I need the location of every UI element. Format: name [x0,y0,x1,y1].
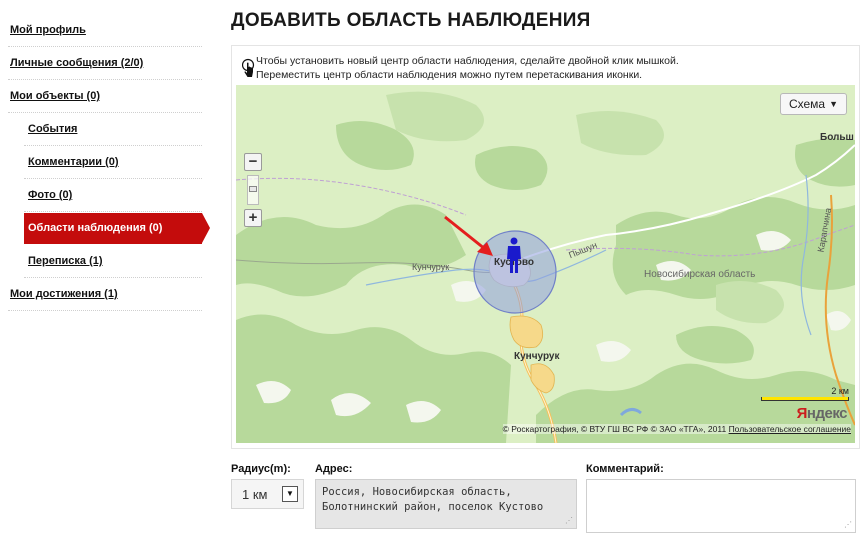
sidebar-item-comments[interactable]: Комментарии (0) [24,146,202,179]
sidebar-item-events[interactable]: События [24,113,202,146]
place-label-kunchuruk: Кунчурук [514,351,560,362]
sidebar-item-observation-areas[interactable]: Области наблюдения (0) [24,213,210,244]
radius-label: Радиус(m): [231,463,291,475]
place-label-kunchuruk-river: Кунчурук [412,262,450,272]
comment-field[interactable]: ⋰ [586,479,856,533]
hand-pointer-icon [242,58,255,77]
zoom-slider[interactable] [247,175,259,205]
sidebar-item-correspondence[interactable]: Переписка (1) [24,245,202,278]
map-panel: Чтобы установить новый центр области наб… [231,45,860,449]
map-type-label: Схема [788,97,826,111]
hint-line-1: Чтобы установить новый центр области наб… [256,55,679,67]
map-hint: Чтобы установить новый центр области наб… [242,54,679,82]
radius-select[interactable]: 1 км ▼ [231,479,304,509]
map-scale-label: 2 км [831,386,849,396]
zoom-control: − + [244,153,262,227]
address-line-2: Болотнинский район, поселок Кустово [322,501,544,513]
dropdown-arrow-icon[interactable]: ▼ [282,486,298,502]
map-type-button[interactable]: Схема ▼ [779,93,847,115]
address-line-1: Россия, Новосибирская область, [322,486,512,498]
address-field[interactable]: Россия, Новосибирская область, Болотнинс… [315,479,577,529]
zoom-in-button[interactable]: + [244,209,262,227]
map-copyright: © Роскартография, © ВТУ ГШ ВС РФ © ЗАО «… [502,424,851,434]
comment-label: Комментарий: [586,463,664,475]
resize-grip-icon[interactable]: ⋰ [844,521,852,529]
user-agreement-link[interactable]: Пользовательское соглашение [729,424,851,434]
sidebar-item-my-objects[interactable]: Мои объекты (0) [8,80,202,113]
hint-line-2: Переместить центр области наблюдения мож… [256,69,643,81]
zoom-out-button[interactable]: − [244,153,262,171]
sidebar-item-messages[interactable]: Личные сообщения (2/0) [8,47,202,80]
page-title: ДОБАВИТЬ ОБЛАСТЬ НАБЛЮДЕНИЯ [231,10,591,31]
chevron-down-icon: ▼ [829,99,838,109]
pointer-arrow-icon [444,215,493,256]
place-label-region: Новосибирская область [644,269,756,280]
zoom-slider-handle[interactable] [249,186,257,192]
person-marker-icon[interactable] [504,237,524,275]
place-label-bolsh: Больш [820,132,854,143]
copyright-text: © Роскартография, © ВТУ ГШ ВС РФ © ЗАО «… [502,424,727,434]
sidebar-item-photos[interactable]: Фото (0) [24,179,202,212]
sidebar-item-my-profile[interactable]: Мой профиль [8,14,202,47]
resize-grip-icon[interactable]: ⋰ [565,517,573,525]
sidebar-nav: Мой профиль Личные сообщения (2/0) Мои о… [8,14,210,311]
map-canvas[interactable]: Кустово Кунчурук Кунчурук Пышун Новосиби… [236,85,855,443]
sidebar-item-achievements[interactable]: Мои достижения (1) [8,278,202,311]
map-scale-bar [761,397,849,401]
yandex-logo[interactable]: Яндекс [797,405,848,422]
map-scale: 2 км [761,386,849,401]
radius-value: 1 км [242,487,268,502]
address-label: Адрес: [315,463,353,475]
